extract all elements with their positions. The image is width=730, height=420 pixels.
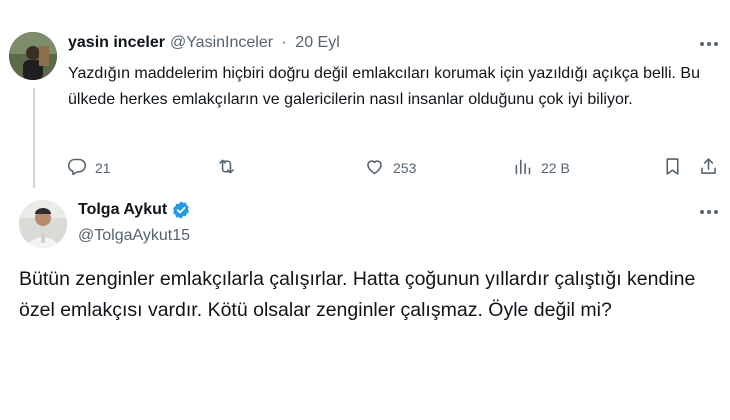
reply-text: Yazdığın maddelerim hiçbiri doğru değil … [68, 65, 700, 108]
retweet-button[interactable] [216, 156, 245, 180]
main-handle[interactable]: @TolgaAykut15 [78, 224, 191, 248]
reply-header: yasin inceler @YasinInceler · 20 Eyl [68, 30, 718, 56]
reply-author-name[interactable]: yasin inceler [68, 34, 165, 52]
like-count: 253 [393, 160, 417, 176]
avatar-yasin[interactable] [9, 32, 57, 80]
like-icon [364, 156, 385, 180]
views-count: 22 B [541, 160, 570, 176]
reply-tweet: yasin inceler @YasinInceler · 20 Eyl Yaz… [68, 30, 718, 113]
share-button[interactable] [698, 156, 719, 180]
more-icon[interactable] [697, 204, 721, 220]
bookmark-icon [662, 156, 683, 180]
main-tweet-text: Bütün zenginler emlakçılarla çalışırlar.… [19, 268, 696, 321]
reply-icon [66, 156, 87, 180]
reply-button[interactable]: 21 [66, 156, 111, 180]
reply-actions: 21 253 22 B [66, 154, 726, 182]
main-author-name[interactable]: Tolga Aykut [78, 201, 167, 219]
reply-date[interactable]: 20 Eyl [295, 34, 339, 51]
views-button[interactable]: 22 B [512, 156, 570, 180]
like-button[interactable]: 253 [364, 156, 416, 180]
reply-count: 21 [95, 160, 111, 176]
bookmark-button[interactable] [662, 156, 683, 180]
thread-line [33, 88, 35, 188]
share-icon [698, 156, 719, 180]
more-icon[interactable] [697, 36, 721, 52]
reply-separator: · [281, 34, 287, 51]
retweet-icon [216, 156, 237, 180]
reply-handle[interactable]: @YasinInceler [170, 34, 273, 51]
views-icon [512, 156, 533, 180]
verified-badge-icon [171, 200, 191, 220]
avatar-tolga[interactable] [19, 200, 67, 248]
main-tweet-header: Tolga Aykut @TolgaAykut15 [78, 198, 191, 248]
